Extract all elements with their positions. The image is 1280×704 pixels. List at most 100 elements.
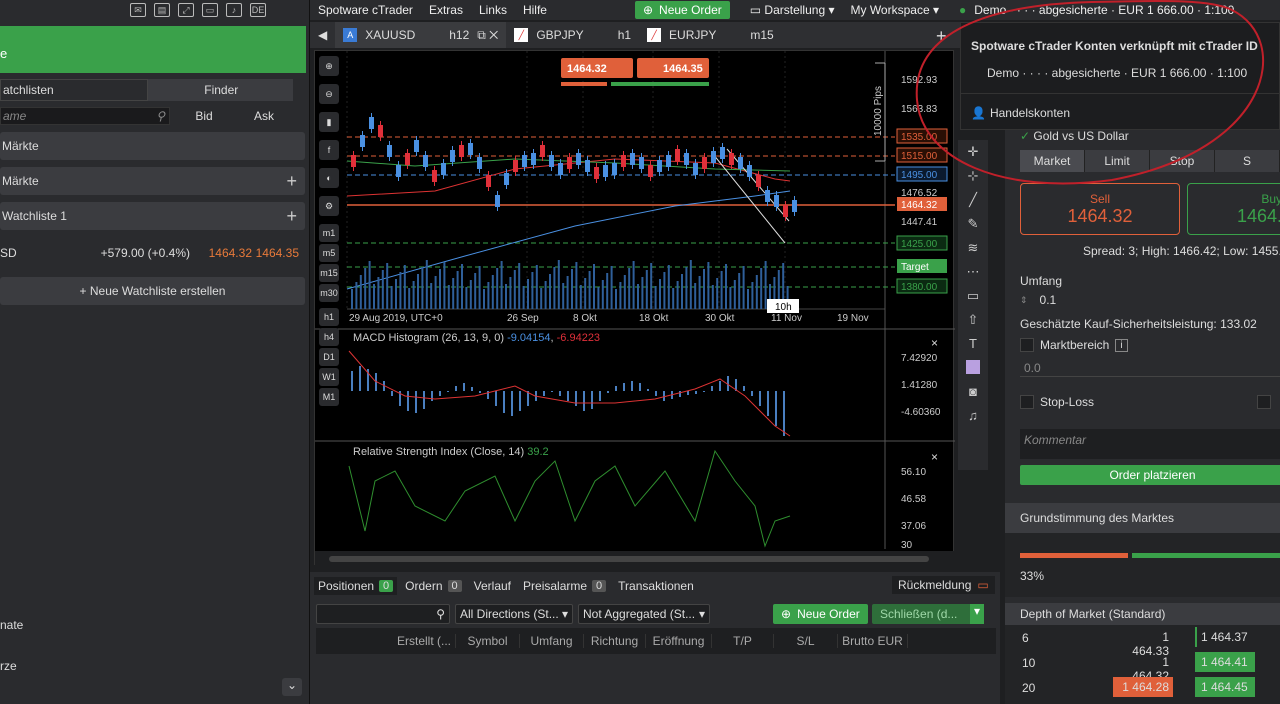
tab-limit[interactable]: Limit: [1085, 150, 1150, 172]
calendar-icon[interactable]: ▤: [154, 3, 170, 17]
chart-type-icon[interactable]: ▮: [319, 112, 339, 132]
close-all-button[interactable]: Schließen (d...: [872, 604, 984, 624]
tab-market[interactable]: Market: [1020, 150, 1085, 172]
watchlist-row[interactable]: SD +579.00 (+0.4%) 1464.32 1464.35: [0, 243, 305, 263]
close-icon[interactable]: ×: [931, 450, 938, 464]
dom-ask[interactable]: 1 464.37: [1195, 627, 1255, 647]
menu-extras[interactable]: Extras: [421, 3, 471, 17]
bell-icon[interactable]: ♫: [963, 408, 983, 428]
sell-button[interactable]: Sell 1464.32: [1020, 183, 1180, 235]
new-order-banner[interactable]: e: [0, 26, 306, 73]
hline-icon[interactable]: ⊹: [963, 168, 983, 188]
direction-select[interactable]: All Directions (St... ▾: [455, 604, 573, 624]
tab-finder[interactable]: Finder: [147, 79, 293, 101]
dom-bid[interactable]: 1 464.32: [1127, 652, 1173, 683]
camera-icon[interactable]: ◙: [963, 384, 983, 404]
tf-m30[interactable]: m30: [319, 284, 339, 302]
chart-tab-eurjpy[interactable]: ╱ EURJPY m15: [639, 22, 782, 48]
take-profit-checkbox[interactable]: [1257, 395, 1271, 409]
place-order-button[interactable]: Order platzieren: [1020, 465, 1280, 485]
feedback-button[interactable]: Rückmeldung ▭: [892, 576, 995, 594]
info-icon[interactable]: i: [1115, 338, 1128, 352]
rectangle-icon[interactable]: ▭: [963, 288, 983, 308]
symbol-search-input[interactable]: ame ⚲: [0, 107, 170, 125]
tf-m1[interactable]: m1: [319, 224, 339, 242]
positions-search-input[interactable]: ⚲: [316, 604, 450, 624]
menu-app[interactable]: Spotware cTrader: [310, 3, 421, 17]
row-ask[interactable]: 1464.35: [252, 246, 299, 260]
tf-w1[interactable]: W1: [319, 368, 339, 386]
market-range-checkbox[interactable]: [1020, 338, 1034, 352]
tab-transactions[interactable]: Transaktionen: [614, 577, 698, 595]
tab-alerts[interactable]: Preisalarme 0: [519, 577, 610, 595]
tf-d1[interactable]: D1: [319, 348, 339, 366]
settings-icon[interactable]: ⚙: [319, 196, 339, 216]
col-tp[interactable]: T/P: [712, 634, 774, 648]
section-markets-2[interactable]: Märkte +: [0, 167, 305, 195]
tab-stop[interactable]: Stop: [1150, 150, 1215, 172]
add-icon[interactable]: +: [286, 171, 297, 192]
tf-m15[interactable]: m15: [319, 264, 339, 282]
accounts-link[interactable]: 👤 Handelskonten: [971, 106, 1070, 120]
sound-icon[interactable]: ♪: [226, 3, 242, 17]
chevron-down-icon[interactable]: ▾: [970, 604, 984, 624]
col-direction[interactable]: Richtung: [584, 634, 646, 648]
aggregation-select[interactable]: Not Aggregated (St... ▾: [578, 604, 710, 624]
crosshair-icon[interactable]: ✛: [963, 144, 983, 164]
dom-ask[interactable]: 1 464.41: [1195, 652, 1255, 672]
volume-input[interactable]: ⇕ 0.1: [1020, 292, 1280, 308]
tab-positions[interactable]: Positionen 0: [314, 577, 398, 595]
dom-row[interactable]: 20 1 464.28 1 464.45: [1005, 677, 1280, 699]
tf-mn1[interactable]: M1: [319, 388, 339, 406]
col-entry[interactable]: Eröffnung: [646, 634, 712, 648]
left-bottom-item-2[interactable]: rze: [0, 659, 17, 673]
section-watchlist-1[interactable]: Watchliste 1 +: [0, 202, 305, 230]
tf-m5[interactable]: m5: [319, 244, 339, 262]
stepper-icon[interactable]: ⇕: [1020, 295, 1028, 306]
add-icon[interactable]: +: [286, 206, 297, 227]
zoom-in-icon[interactable]: ⊕: [319, 56, 339, 76]
arrow-icon[interactable]: ⇧: [963, 312, 983, 332]
comment-input[interactable]: Kommentar: [1020, 429, 1280, 459]
menu-help[interactable]: Hilfe: [515, 3, 555, 17]
col-symbol[interactable]: Symbol: [456, 634, 520, 648]
language-icon[interactable]: DE: [250, 3, 266, 17]
tabs-scroll-left[interactable]: ◀: [310, 22, 335, 48]
dotted-line-icon[interactable]: ⋯: [963, 264, 983, 284]
row-bid[interactable]: 1464.32: [190, 246, 252, 260]
stop-loss-checkbox[interactable]: [1020, 395, 1034, 409]
col-sl[interactable]: S/L: [774, 634, 838, 648]
tab-history[interactable]: Verlauf: [470, 577, 515, 595]
section-markets-1[interactable]: Märkte: [0, 132, 305, 160]
close-icon[interactable]: ×: [931, 336, 938, 350]
indicator-icon[interactable]: ◐: [319, 168, 339, 188]
market-range-input[interactable]: 0.0: [1020, 357, 1280, 377]
menu-links[interactable]: Links: [471, 3, 515, 17]
window-icon[interactable]: ▭: [202, 3, 218, 17]
detach-icon[interactable]: ⧉ ✕: [477, 28, 498, 43]
dom-row[interactable]: 6 1 464.33 1 464.37: [1005, 627, 1280, 658]
dom-ask[interactable]: 1 464.45: [1195, 677, 1255, 697]
view-menu[interactable]: ▭ Darstellung ▾: [742, 3, 843, 17]
dom-bid[interactable]: 1 464.28: [1113, 677, 1173, 697]
chart-tab-gbpjpy[interactable]: ╱ GBPJPY h1: [506, 22, 639, 48]
account-selector[interactable]: Demo · · · · abgesicherte · EUR 1 666.00…: [974, 3, 1234, 17]
new-watchlist-button[interactable]: + Neue Watchliste erstellen: [0, 277, 305, 305]
tab-watchlists[interactable]: atchlisten: [0, 79, 148, 101]
col-gross[interactable]: Brutto EUR: [838, 634, 908, 648]
chart-area[interactable]: 1592.93 1563.83 1535.00 1515.00 1495.00 …: [314, 50, 955, 566]
col-created[interactable]: Erstellt (...: [316, 634, 456, 648]
add-chart-icon[interactable]: +: [936, 26, 947, 47]
zoom-out-icon[interactable]: ⊖: [319, 84, 339, 104]
left-bottom-item-1[interactable]: nate: [0, 618, 23, 632]
text-icon[interactable]: T: [963, 336, 983, 356]
mail-icon[interactable]: ✉: [130, 3, 146, 17]
tab-orders[interactable]: Ordern 0: [401, 577, 465, 595]
tf-h4[interactable]: h4: [319, 328, 339, 346]
popup-account[interactable]: Demo · · · · abgesicherte · EUR 1 666.00…: [987, 66, 1247, 80]
chart-tab-xauusd[interactable]: A XAUUSD h12 ⧉ ✕: [335, 22, 507, 48]
buy-button[interactable]: Buy 1464.: [1187, 183, 1280, 235]
facebook-icon[interactable]: f: [319, 140, 339, 160]
new-order-button[interactable]: ⊕ Neue Order: [634, 1, 730, 19]
positions-new-order-button[interactable]: ⊕ Neue Order: [773, 604, 868, 624]
